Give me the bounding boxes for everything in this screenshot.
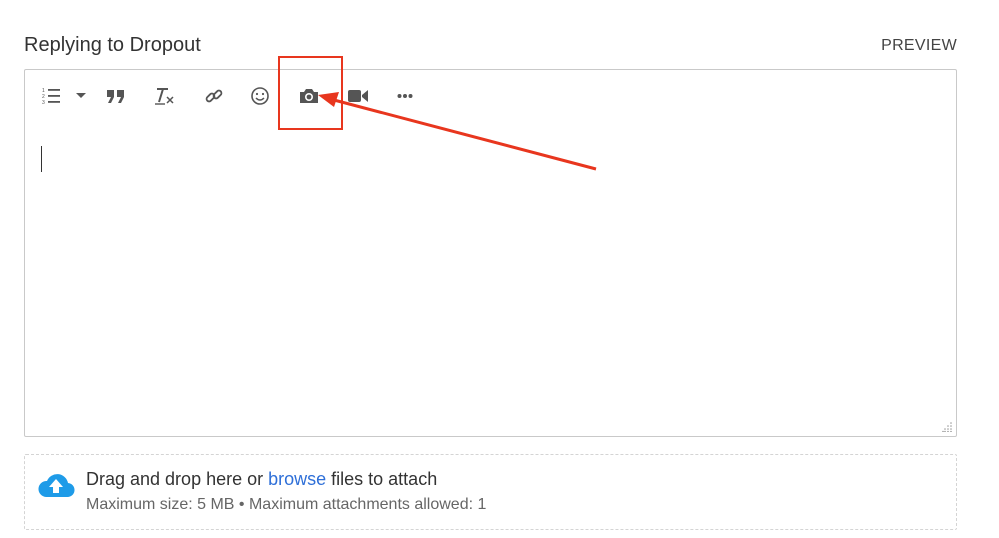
editor-toolbar: 1 2 3 [25,70,956,122]
clear-format-button[interactable] [153,84,175,108]
more-icon [397,94,413,98]
clear-format-icon [155,88,174,105]
resize-handle-icon[interactable] [942,422,952,432]
insert-video-button[interactable] [346,84,370,108]
dropzone-text-before: Drag and drop here or [86,469,269,489]
emoji-button[interactable] [249,84,271,108]
annotation-highlight-box [278,56,343,130]
preview-button[interactable]: PREVIEW [881,37,957,55]
text-cursor [41,146,42,172]
numbered-list-button[interactable]: 1 2 3 [40,84,62,108]
insert-link-button[interactable] [203,84,225,108]
browse-files-link[interactable]: browse [268,469,326,489]
reply-header: Replying to Dropout PREVIEW [24,34,957,60]
svg-text:3: 3 [42,100,45,106]
dropzone-instructions: Drag and drop here or browse files to at… [86,469,437,490]
attachment-dropzone[interactable]: Drag and drop here or browse files to at… [24,454,957,530]
numbered-list-icon: 1 2 3 [42,88,60,106]
blockquote-button[interactable] [105,84,127,108]
link-icon [205,89,223,103]
reply-title: Replying to Dropout [24,34,201,56]
editor-text-area[interactable] [41,134,940,420]
list-type-dropdown[interactable] [75,84,87,108]
chevron-down-icon [76,93,86,98]
quote-icon [107,90,124,103]
attachment-limits: Maximum size: 5 MB • Maximum attachments… [86,496,487,513]
video-icon [348,90,368,102]
dropzone-text-after: files to attach [326,469,438,489]
emoji-icon [251,87,269,105]
more-options-button[interactable] [395,84,415,108]
cloud-upload-icon [38,474,75,498]
reply-editor[interactable]: 1 2 3 [24,69,957,437]
